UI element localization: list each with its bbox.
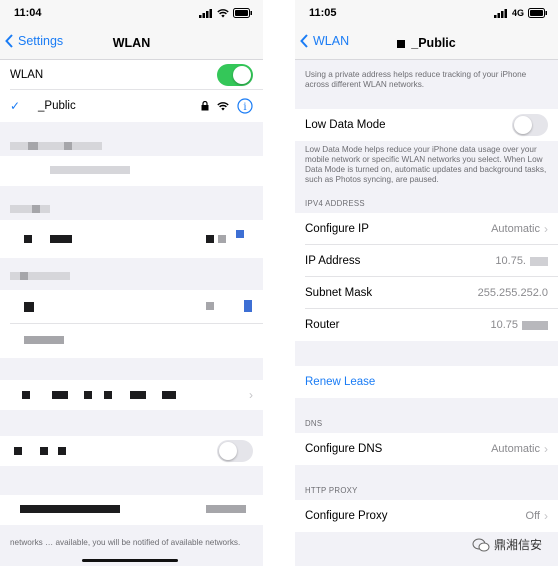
configure-ip-label: Configure IP bbox=[305, 223, 369, 235]
wechat-logo-icon bbox=[472, 538, 490, 551]
watermark-text: 鼎湘信安 bbox=[493, 538, 542, 552]
router-row: Router 10.75 bbox=[295, 309, 558, 341]
router-value: 10.75 bbox=[490, 319, 518, 331]
configure-dns-row[interactable]: Configure DNS Automatic › bbox=[295, 433, 558, 465]
home-indicator bbox=[82, 559, 178, 562]
dns-header: DNS bbox=[305, 419, 323, 428]
ip-address-label: IP Address bbox=[305, 255, 361, 267]
nav-bar: WLAN _Public bbox=[295, 28, 558, 60]
ip-address-row: IP Address 10.75. bbox=[295, 245, 558, 277]
status-icons bbox=[199, 8, 253, 18]
obscured-network-row[interactable] bbox=[0, 324, 263, 358]
configure-proxy-row[interactable]: Configure Proxy Off › bbox=[295, 500, 558, 532]
wifi-signal-icon bbox=[217, 101, 229, 110]
footer-note: networks … available, you will be notifi… bbox=[10, 538, 241, 547]
ipv4-header: IPV4 ADDRESS bbox=[305, 199, 365, 208]
obscured-toggle-row bbox=[0, 436, 263, 466]
phone-wlan-list: 11:04 Settings WLAN WLAN ✓ _Public i › n… bbox=[0, 0, 263, 566]
obscured-toggle[interactable] bbox=[217, 440, 253, 462]
configure-proxy-value: Off bbox=[525, 510, 540, 522]
lock-icon bbox=[201, 101, 209, 111]
status-bar: 11:04 bbox=[0, 0, 263, 28]
obscured-network-row[interactable] bbox=[0, 156, 263, 186]
configure-dns-label: Configure DNS bbox=[305, 443, 383, 455]
configure-ip-value: Automatic bbox=[491, 223, 540, 235]
chevron-right-icon: › bbox=[544, 442, 548, 456]
configure-ip-row[interactable]: Configure IP Automatic › bbox=[295, 213, 558, 245]
renew-lease-label: Renew Lease bbox=[305, 376, 376, 388]
status-time: 11:05 bbox=[309, 7, 337, 19]
connected-network-row[interactable]: ✓ _Public i bbox=[0, 90, 263, 122]
obscured-network-row[interactable] bbox=[0, 290, 263, 324]
page-title: WLAN bbox=[112, 36, 151, 50]
network-name: _Public bbox=[38, 100, 76, 112]
http-proxy-header: HTTP PROXY bbox=[305, 486, 358, 495]
ip-address-value: 10.75. bbox=[495, 255, 526, 267]
configure-dns-value: Automatic bbox=[491, 443, 540, 455]
info-icon[interactable]: i bbox=[237, 98, 253, 114]
wlan-label: WLAN bbox=[10, 69, 44, 81]
subnet-mask-value: 255.255.252.0 bbox=[477, 287, 548, 299]
battery-icon bbox=[233, 8, 252, 18]
subnet-mask-row: Subnet Mask 255.255.252.0 bbox=[295, 277, 558, 309]
checkmark-icon: ✓ bbox=[10, 99, 21, 113]
low-data-mode-toggle[interactable] bbox=[512, 114, 548, 136]
chevron-right-icon: › bbox=[544, 509, 548, 523]
nav-bar: Settings WLAN bbox=[0, 28, 263, 60]
status-bar: 11:05 4G bbox=[295, 0, 558, 28]
low-data-mode-row: Low Data Mode bbox=[295, 109, 558, 141]
cellular-signal-icon bbox=[199, 8, 212, 18]
wifi-status-icon bbox=[217, 8, 229, 17]
svg-text:i: i bbox=[243, 102, 246, 113]
network-type: 4G bbox=[511, 8, 524, 18]
battery-icon bbox=[528, 8, 547, 18]
status-icons: 4G bbox=[493, 8, 548, 18]
private-address-note: Using a private address helps reduce tra… bbox=[305, 70, 527, 89]
low-data-mode-label: Low Data Mode bbox=[305, 119, 386, 131]
wlan-toggle-row: WLAN bbox=[0, 60, 263, 90]
router-label: Router bbox=[305, 319, 340, 331]
configure-proxy-label: Configure Proxy bbox=[305, 510, 388, 522]
obscured-network-row[interactable] bbox=[0, 220, 263, 258]
renew-lease-button[interactable]: Renew Lease bbox=[295, 366, 558, 398]
chevron-right-icon: › bbox=[544, 222, 548, 236]
page-title: _Public bbox=[295, 36, 558, 50]
cellular-signal-icon bbox=[493, 8, 507, 18]
low-data-mode-note: Low Data Mode helps reduce your iPhone d… bbox=[305, 145, 547, 184]
obscured-settings-row[interactable] bbox=[0, 495, 263, 525]
obscured-settings-row[interactable]: › bbox=[0, 380, 263, 410]
chevron-right-icon: › bbox=[249, 388, 253, 402]
wlan-toggle[interactable] bbox=[217, 64, 253, 86]
phone-network-details: 11:05 4G WLAN _Public Using a private ad… bbox=[295, 0, 558, 566]
status-time: 11:04 bbox=[14, 7, 42, 19]
watermark: 鼎湘信安 bbox=[472, 536, 542, 553]
subnet-mask-label: Subnet Mask bbox=[305, 287, 373, 299]
